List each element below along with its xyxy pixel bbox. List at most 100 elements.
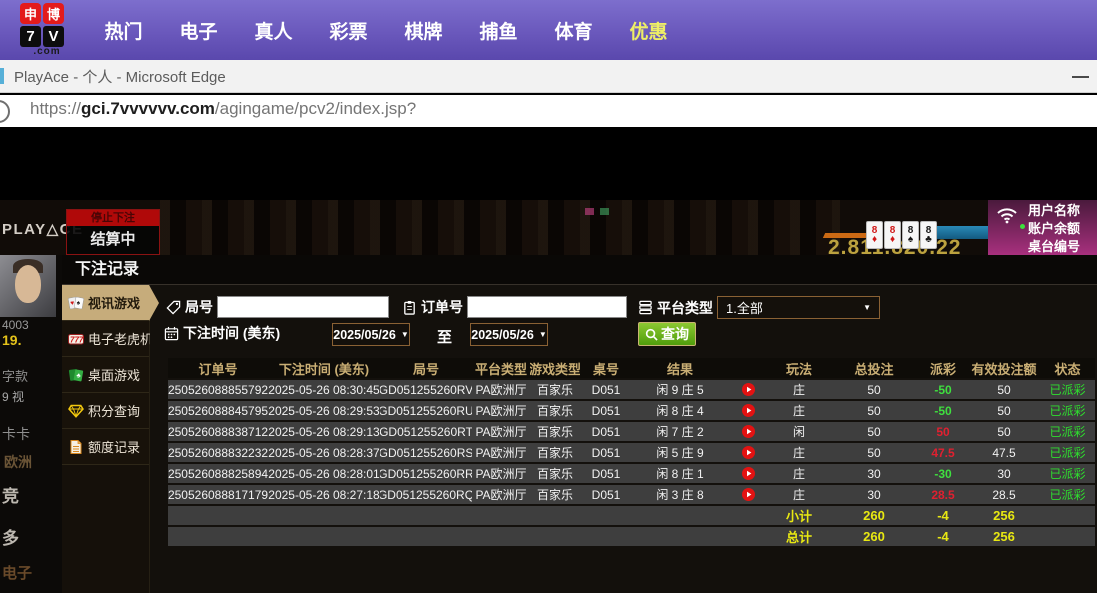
play-video-icon[interactable]: [728, 422, 768, 441]
column-header: 订单号: [168, 358, 268, 378]
play-video-icon[interactable]: [728, 464, 768, 483]
sidebar-item-积分查询[interactable]: 积分查询: [62, 393, 149, 429]
cell-payout: 28.5: [918, 485, 968, 504]
sidebar-item-额度记录[interactable]: 额度记录: [62, 429, 149, 465]
platform-filter: 平台类型 1.全部 ▼: [638, 296, 880, 319]
nav-item-体育[interactable]: 体育: [536, 0, 611, 60]
cell-round-id: GD051255260RQ: [380, 485, 472, 504]
cell-empty: [632, 527, 728, 546]
cell-valid-bet: 50: [968, 380, 1040, 399]
cell-bet-time: 2025-05-26 08:30:45: [268, 380, 380, 399]
background-text-fragment: 4003: [2, 318, 29, 332]
round-input[interactable]: [217, 296, 389, 318]
search-button[interactable]: 查询: [638, 322, 696, 346]
cell-empty: [1040, 527, 1095, 546]
cell-empty: [268, 506, 380, 525]
cell-table-number: D051: [580, 401, 632, 420]
platform-selected-value: 1.全部: [726, 298, 763, 317]
cell-order-number: 250526088825894: [168, 464, 268, 483]
search-label: 查询: [661, 324, 689, 344]
cell-total-bet: 50: [830, 422, 918, 441]
playing-card: 8♦: [884, 221, 901, 249]
order-label: 订单号: [421, 297, 463, 317]
cell-table-number: D051: [580, 380, 632, 399]
cell-result: 闲 7 庄 2: [632, 422, 728, 441]
cell-round-id: GD051255260RT: [380, 422, 472, 441]
sidebar-item-电子老虎机[interactable]: 777电子老虎机: [62, 321, 149, 357]
nav-item-热门[interactable]: 热门: [86, 0, 161, 60]
summary-row-小计: 小计260-4256: [168, 506, 1095, 525]
summary-label: 小计: [768, 506, 830, 525]
date-to-select[interactable]: 2025/05/26 ▼: [470, 323, 548, 346]
nav-item-电子[interactable]: 电子: [161, 0, 236, 60]
table-row: 2505260888171792025-05-26 08:27:18GD0512…: [168, 485, 1095, 504]
window-title: PlayAce - 个人 - Microsoft Edge: [14, 66, 226, 87]
cell-payout: 50: [918, 422, 968, 441]
logo-badge-shen: 申: [20, 3, 41, 24]
bet-records-table: 订单号下注时间 (美东)局号平台类型游戏类型桌号结果玩法总投注派彩有效投注额状态…: [168, 358, 1095, 548]
cell-play-type: 庄: [768, 401, 830, 420]
minimize-button[interactable]: [1072, 76, 1089, 78]
summary-row-总计: 总计260-4256: [168, 527, 1095, 546]
cell-valid-bet: 47.5: [968, 443, 1040, 462]
sidebar-item-桌面游戏[interactable]: ♣桌面游戏: [62, 357, 149, 393]
page-black-band: [0, 130, 1097, 200]
video-cards-icon: ♥♠: [68, 295, 84, 311]
cell-round-id: GD051255260RR: [380, 464, 472, 483]
slot-light-decor: [600, 208, 609, 215]
play-video-icon[interactable]: [728, 443, 768, 462]
cell-platform: PA欧洲厅: [472, 464, 530, 483]
chevron-down-icon: ▼: [539, 330, 547, 339]
cell-total-bet: 50: [830, 380, 918, 399]
sidebar-item-视讯游戏[interactable]: ♥♠视讯游戏: [62, 285, 149, 321]
cell-bet-time: 2025-05-26 08:28:37: [268, 443, 380, 462]
platform-list-icon: [638, 300, 653, 315]
background-text-fragment: 卡卡: [2, 424, 30, 444]
cell-play-type: 庄: [768, 443, 830, 462]
cell-empty: [728, 506, 768, 525]
cell-play-type: 闲: [768, 422, 830, 441]
chevron-down-icon: ▼: [401, 330, 409, 339]
summary-payout: -4: [918, 527, 968, 546]
nav-item-真人[interactable]: 真人: [236, 0, 311, 60]
cell-status: 已派彩: [1040, 464, 1095, 483]
cell-empty: [472, 506, 530, 525]
cell-game-type: 百家乐: [530, 380, 580, 399]
background-text-fragment: 字款: [2, 366, 28, 385]
summary-payout: -4: [918, 506, 968, 525]
cell-empty: [472, 527, 530, 546]
cell-status: 已派彩: [1040, 443, 1095, 462]
cell-game-type: 百家乐: [530, 464, 580, 483]
site-logo[interactable]: 申 博 7 V .com: [20, 3, 74, 61]
nav-item-棋牌[interactable]: 棋牌: [386, 0, 461, 60]
cell-payout: -50: [918, 380, 968, 399]
sidebar-item-label: 积分查询: [88, 401, 140, 420]
cell-empty: [268, 527, 380, 546]
nav-item-捕鱼[interactable]: 捕鱼: [461, 0, 536, 60]
column-header: [728, 358, 768, 378]
dealt-cards: 8♦8♦8♠8♣: [866, 221, 937, 249]
cell-total-bet: 50: [830, 401, 918, 420]
nav-item-彩票[interactable]: 彩票: [311, 0, 386, 60]
url-path: /agingame/pcv2/index.jsp?: [215, 99, 416, 118]
account-label: 桌台编号: [1028, 238, 1080, 255]
cell-status: 已派彩: [1040, 422, 1095, 441]
platform-select[interactable]: 1.全部 ▼: [717, 296, 880, 319]
play-video-icon[interactable]: [728, 401, 768, 420]
svg-text:777: 777: [70, 335, 84, 344]
background-text-fragment: 多: [2, 524, 19, 549]
date-from-select[interactable]: 2025/05/26 ▼: [332, 323, 410, 346]
summary-valid-bet: 256: [968, 506, 1040, 525]
play-video-icon[interactable]: [728, 380, 768, 399]
column-header: 总投注: [830, 358, 918, 378]
logo-badge-bo: 博: [43, 3, 64, 24]
cell-total-bet: 30: [830, 485, 918, 504]
order-input[interactable]: [467, 296, 627, 318]
play-video-icon[interactable]: [728, 485, 768, 504]
column-header: 有效投注额: [968, 358, 1040, 378]
nav-item-优惠[interactable]: 优惠: [611, 0, 686, 60]
column-header: 桌号: [580, 358, 632, 378]
cell-order-number: 250526088817179: [168, 485, 268, 504]
cell-table-number: D051: [580, 443, 632, 462]
url-text[interactable]: https://gci.7vvvvvv.com/agingame/pcv2/in…: [30, 99, 416, 119]
